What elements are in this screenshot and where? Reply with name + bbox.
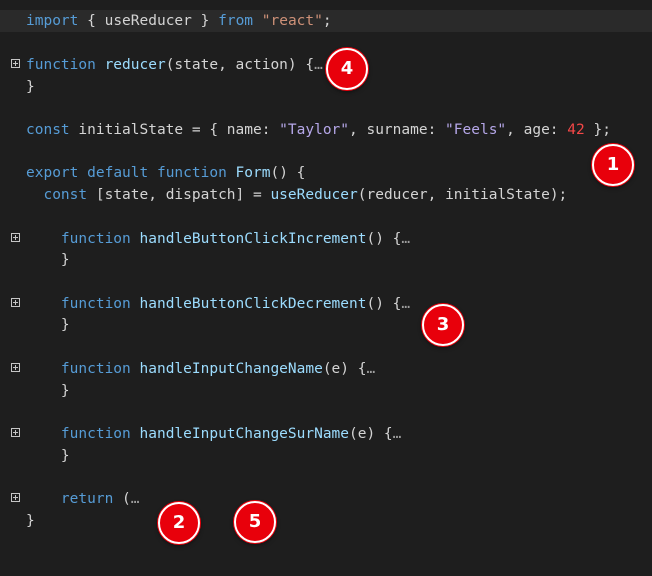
code-line-close[interactable]: } — [0, 445, 70, 467]
code-line-return[interactable]: return (… — [0, 488, 652, 510]
folded-ellipsis[interactable]: … — [401, 296, 410, 312]
annotation-badge-3: 3 — [422, 304, 464, 346]
folded-ellipsis[interactable]: … — [314, 57, 323, 73]
annotation-badge-4: 4 — [326, 48, 368, 90]
expand-fold-icon[interactable] — [11, 428, 20, 437]
code-line-initialstate[interactable]: const initialState = { name: "Taylor", s… — [0, 119, 611, 141]
folded-ellipsis[interactable]: … — [366, 361, 375, 377]
token-string: "react" — [261, 13, 323, 29]
code-line-decrement[interactable]: function handleButtonClickDecrement() {… — [0, 293, 652, 315]
code-line-close[interactable]: } — [0, 380, 70, 402]
expand-fold-icon[interactable] — [11, 233, 20, 242]
expand-fold-icon[interactable] — [11, 363, 20, 372]
folded-ellipsis[interactable]: … — [131, 491, 140, 507]
code-line-usereducer[interactable]: const [state, dispatch] = useReducer(red… — [0, 184, 567, 206]
code-line-inputname[interactable]: function handleInputChangeName(e) {… — [0, 358, 652, 380]
code-line-close[interactable]: } — [0, 510, 35, 532]
token-keyword: from — [218, 13, 254, 29]
annotation-badge-1: 1 — [592, 144, 634, 186]
code-line-increment[interactable]: function handleButtonClickIncrement() {… — [0, 228, 652, 250]
token-keyword: import — [26, 13, 79, 29]
expand-fold-icon[interactable] — [11, 298, 20, 307]
code-line-inputsurname[interactable]: function handleInputChangeSurName(e) {… — [0, 423, 652, 445]
code-line-export[interactable]: export default function Form() { — [0, 162, 305, 184]
code-line-close[interactable]: } — [0, 314, 70, 336]
token-function-name: reducer — [104, 57, 166, 73]
annotation-badge-5: 5 — [234, 501, 276, 543]
folded-ellipsis[interactable]: … — [393, 426, 402, 442]
code-line-close[interactable]: } — [0, 249, 70, 271]
token-identifier: useReducer — [104, 13, 192, 29]
code-editor[interactable]: 2 import { useReducer } from "react"; fu… — [0, 0, 652, 546]
code-line-import[interactable]: import { useReducer } from "react"; — [0, 10, 652, 32]
expand-fold-icon[interactable] — [11, 59, 20, 68]
folded-ellipsis[interactable]: … — [401, 231, 410, 247]
annotation-badge-2: 2 — [158, 502, 200, 544]
expand-fold-icon[interactable] — [11, 493, 20, 502]
code-line-close[interactable]: } — [0, 76, 35, 98]
